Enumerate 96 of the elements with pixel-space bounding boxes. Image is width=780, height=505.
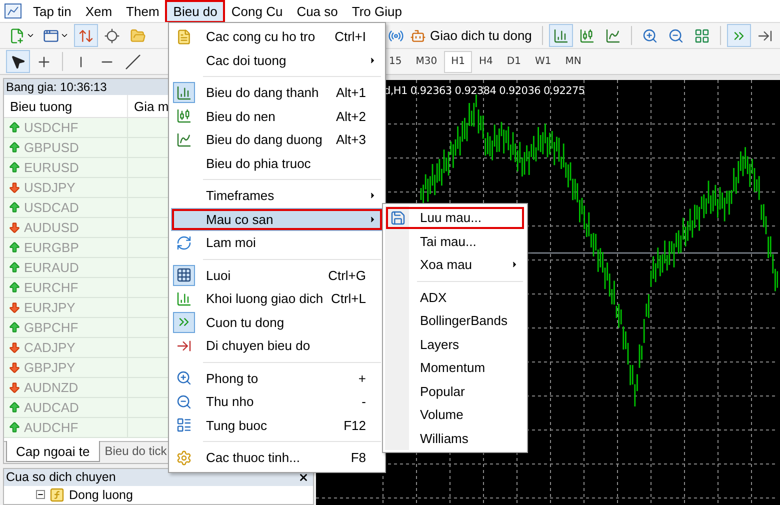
panel-tab[interactable]: Cap ngoai te: [6, 441, 100, 462]
close-icon[interactable]: [298, 472, 309, 483]
menu-title[interactable]: Cong Cu: [224, 0, 290, 22]
refresh-icon[interactable]: [176, 234, 192, 251]
menu-title[interactable]: Them: [119, 0, 166, 22]
menu-item[interactable]: Cuon tu dong: [171, 310, 383, 334]
zoom-in-icon[interactable]: [176, 370, 192, 386]
robot-icon[interactable]: [410, 28, 426, 44]
save-icon[interactable]: [390, 210, 406, 226]
timeframe-button[interactable]: H4: [472, 50, 500, 72]
menu-item[interactable]: Luu mau...: [385, 206, 525, 230]
symbol-name: AUDCHF: [24, 420, 78, 435]
symbol-name: USDCAD: [24, 200, 79, 215]
menu-item[interactable]: Bieu do dang duong Alt+3: [171, 128, 383, 152]
step-icon[interactable]: [176, 417, 192, 434]
submenu-arrow-icon: [368, 56, 377, 65]
symbol-name: EURGBP: [24, 240, 79, 255]
timeframe-button[interactable]: MN: [558, 50, 588, 72]
submenu-arrow-icon: [368, 214, 377, 224]
line-chart-icon[interactable]: [176, 132, 192, 148]
candlestick-icon[interactable]: [176, 108, 192, 124]
symbol-name: USDCHF: [24, 120, 78, 135]
panel-title: Cua so dich chuyen: [6, 470, 116, 484]
timeframe-button[interactable]: D1: [500, 50, 528, 72]
properties-icon[interactable]: [176, 450, 192, 466]
menu-item[interactable]: Volume: [385, 403, 525, 426]
profiles-icon[interactable]: [43, 28, 59, 44]
menu-item[interactable]: Cac thuoc tinh... F8: [171, 446, 383, 470]
indicator-list-icon[interactable]: [176, 28, 192, 45]
bar-chart-icon[interactable]: [552, 28, 569, 44]
symbol-name: AUDNZD: [24, 380, 78, 395]
cursor-icon[interactable]: [10, 54, 26, 70]
menu-item[interactable]: Xoa mau: [385, 253, 525, 276]
menu-item[interactable]: Cac cong cu ho tro Ctrl+I: [171, 25, 383, 48]
market-watch-icon[interactable]: [78, 28, 94, 44]
symbol-name: EURCHF: [24, 280, 78, 295]
submenu-arrow-icon: [510, 260, 519, 270]
menu-item[interactable]: Phong to +: [171, 366, 383, 390]
menu-item[interactable]: Cac doi tuong: [171, 48, 383, 72]
menu-item[interactable]: Bieu do nen Alt+2: [171, 104, 383, 128]
menu-item[interactable]: Williams: [385, 426, 525, 450]
menu-item[interactable]: Tung buoc F12: [171, 414, 383, 437]
auto-trading-button[interactable]: Giao dich tu dong: [406, 24, 536, 47]
collapse-icon[interactable]: [36, 490, 45, 500]
symbol-name: GBPUSD: [24, 140, 79, 155]
grid-icon[interactable]: [176, 267, 192, 284]
symbol-name: EURJPY: [24, 300, 76, 315]
menu-item[interactable]: Lam moi: [171, 231, 383, 254]
menu-item[interactable]: Tai mau...: [385, 230, 525, 253]
menu-item[interactable]: ADX: [385, 286, 525, 309]
app-icon[interactable]: [4, 3, 22, 19]
menu-item[interactable]: Di chuyen bieu do: [171, 334, 383, 358]
menu-item[interactable]: Popular: [385, 380, 525, 403]
symbol-name: GBPJPY: [24, 360, 76, 375]
symbol-name: CADJPY: [24, 340, 76, 355]
timeframe-button[interactable]: H1: [444, 50, 472, 72]
menu-item[interactable]: Luoi Ctrl+G: [171, 264, 383, 287]
menu-title[interactable]: Bieu do: [166, 0, 224, 22]
tile-windows-icon[interactable]: [694, 28, 710, 44]
zoom-out-icon[interactable]: [668, 28, 684, 44]
timeframe-button[interactable]: M30: [408, 50, 444, 72]
symbol-name: EURUSD: [24, 160, 79, 175]
signals-icon[interactable]: [388, 28, 404, 44]
column-header[interactable]: Bieu tuong: [4, 95, 128, 117]
menu-item[interactable]: Layers: [385, 332, 525, 356]
menu-item[interactable]: BollingerBands: [385, 309, 525, 332]
symbol-name: AUDCAD: [24, 400, 79, 415]
panel-tab[interactable]: Bieu do tick: [100, 442, 172, 461]
caret-icon[interactable]: [60, 31, 69, 40]
crosshair-icon[interactable]: [104, 28, 120, 44]
symbol-name: GBPCHF: [24, 320, 78, 335]
timeframe-button[interactable]: 15: [382, 50, 409, 72]
trend-line-icon[interactable]: [125, 54, 141, 70]
menu-item[interactable]: Momentum: [385, 356, 525, 380]
zoom-in-icon[interactable]: [642, 28, 658, 44]
timeframe-button[interactable]: W1: [528, 50, 558, 72]
menu-title[interactable]: Tro Giup: [344, 0, 409, 22]
menu-title[interactable]: Tap tin: [26, 0, 78, 22]
candlestick-icon[interactable]: [578, 28, 595, 44]
menu-item[interactable]: Timeframes: [171, 184, 383, 208]
caret-icon[interactable]: [26, 31, 35, 40]
volume-icon[interactable]: [176, 290, 192, 307]
zoom-out-icon[interactable]: [176, 394, 192, 410]
line-chart-icon[interactable]: [604, 28, 621, 44]
menu-title[interactable]: Xem: [78, 0, 120, 22]
symbol-name: USDJPY: [24, 180, 76, 195]
symbol-name: AUDUSD: [24, 220, 79, 235]
menu-item[interactable]: Thu nho -: [171, 390, 383, 414]
menu-item[interactable]: Bieu do phia truoc: [171, 152, 383, 175]
bar-chart-icon[interactable]: [176, 84, 192, 101]
submenu-arrow-icon: [368, 191, 377, 200]
symbol-name: EURAUD: [24, 260, 79, 275]
menu-item[interactable]: Mau co san: [171, 208, 383, 231]
tree-item[interactable]: Dong luong: [69, 488, 133, 502]
menu-item[interactable]: Khoi luong giao dich Ctrl+L: [171, 287, 383, 310]
menu-title[interactable]: Cua so: [290, 0, 345, 22]
